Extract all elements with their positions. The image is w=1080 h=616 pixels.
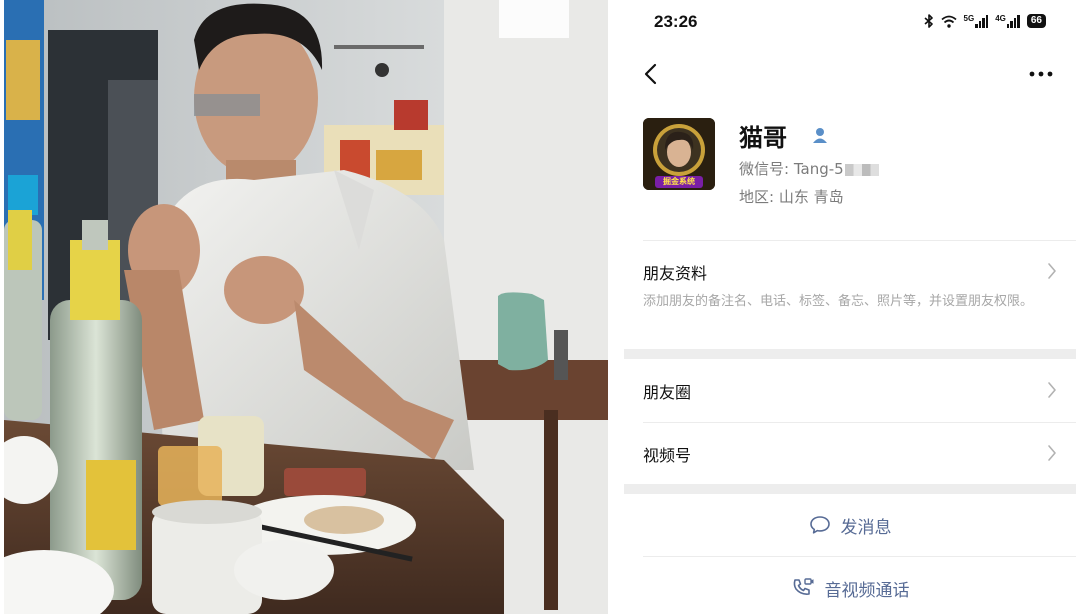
av-call-label: 音视频通话 [824, 580, 910, 601]
chevron-right-icon [1048, 263, 1056, 279]
signal-5g-icon: 5G [964, 14, 989, 28]
status-bar: 23:26 5G 4G 66 [624, 0, 1076, 46]
profile-header: 掘金系统 猫哥 微信号: Tang-5 地区: 山东 青岛 [643, 118, 1063, 208]
profile-nickname: 猫哥 [739, 124, 787, 152]
divider [643, 556, 1076, 557]
av-call-button[interactable]: 音视频通话 [624, 568, 1076, 608]
divider [643, 240, 1076, 241]
divider [643, 422, 1076, 423]
face-blur [194, 94, 260, 116]
photo-illustration [4, 0, 608, 614]
wechat-id: 微信号: Tang-5 [739, 158, 879, 179]
friend-info-description: 添加朋友的备注名、电话、标签、备忘、照片等，并设置朋友权限。 [643, 294, 1034, 309]
friend-info-row[interactable]: 朋友资料 [643, 252, 1057, 292]
wechat-id-label: 微信号: [739, 160, 794, 178]
nav-bar [624, 54, 1076, 94]
avatar[interactable]: 掘金系统 [643, 118, 715, 190]
region: 地区: 山东 青岛 [739, 186, 844, 207]
moments-label: 朋友圈 [643, 383, 692, 402]
chevron-right-icon [1048, 382, 1056, 398]
wechat-id-blur [844, 163, 879, 176]
chevron-right-icon [1048, 445, 1056, 461]
chat-bubble-icon [809, 516, 830, 534]
wifi-icon [940, 15, 957, 28]
friend-info-label: 朋友资料 [643, 264, 708, 283]
send-message-button[interactable]: 发消息 [624, 505, 1076, 545]
more-dots-icon[interactable] [1026, 62, 1056, 86]
section-separator [624, 484, 1076, 494]
bluetooth-icon [924, 14, 933, 28]
section-separator [624, 349, 1076, 359]
phone-video-icon [793, 578, 813, 595]
avatar-tag: 掘金系统 [655, 176, 703, 188]
region-value: 山东 青岛 [778, 188, 844, 206]
send-message-label: 发消息 [840, 517, 892, 538]
moments-row[interactable]: 朋友圈 [643, 371, 1057, 411]
restaurant-photo [4, 0, 608, 614]
battery-icon: 66 [1026, 14, 1046, 28]
channels-label: 视频号 [643, 446, 692, 465]
chevron-left-icon[interactable] [640, 62, 662, 86]
region-label: 地区: [739, 188, 779, 206]
channels-row[interactable]: 视频号 [643, 434, 1057, 474]
wechat-profile-screen: 23:26 5G 4G 66 掘金系统 猫哥 微信号: Tang-5 地区: 山… [624, 0, 1076, 616]
status-icons: 5G 4G 66 [924, 14, 1046, 28]
wechat-id-value: Tang-5 [793, 160, 844, 178]
person-icon [813, 128, 827, 143]
status-time: 23:26 [654, 12, 698, 31]
signal-4g-icon: 4G [995, 14, 1020, 28]
